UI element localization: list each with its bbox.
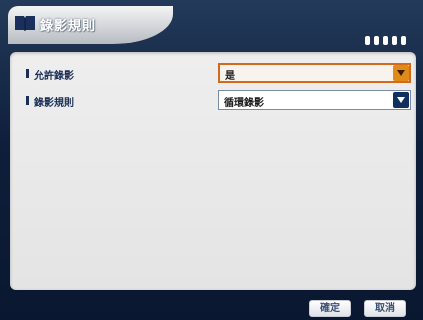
cancel-button[interactable]: 取消 <box>364 300 406 317</box>
confirm-button[interactable]: 確定 <box>309 300 351 317</box>
setting-row-recording-rule: 錄影規則 循環錄影 <box>10 90 416 112</box>
book-icon <box>14 14 36 32</box>
row-bullet <box>26 69 29 78</box>
row-bullet <box>26 96 29 105</box>
title-tab: 錄影規則 <box>8 6 173 44</box>
indicator-dots <box>365 36 406 45</box>
settings-panel: 允許錄影 是 錄影規則 循環錄影 <box>10 52 416 290</box>
recording-rule-select[interactable]: 循環錄影 <box>218 90 411 110</box>
indicator-dot <box>365 36 370 45</box>
allow-recording-select[interactable]: 是 <box>218 63 411 83</box>
select-value: 是 <box>225 71 235 82</box>
chevron-down-icon[interactable] <box>393 65 409 81</box>
chevron-down-icon[interactable] <box>393 92 409 108</box>
indicator-dot <box>401 36 406 45</box>
page-title: 錄影規則 <box>40 19 97 34</box>
setting-label: 錄影規則 <box>34 98 74 109</box>
header: 錄影規則 <box>8 6 418 56</box>
setting-label: 允許錄影 <box>34 71 74 82</box>
select-value: 循環錄影 <box>224 98 264 109</box>
setting-row-allow-recording: 允許錄影 是 <box>10 63 416 85</box>
indicator-dot <box>392 36 397 45</box>
indicator-dot <box>383 36 388 45</box>
indicator-dot <box>374 36 379 45</box>
